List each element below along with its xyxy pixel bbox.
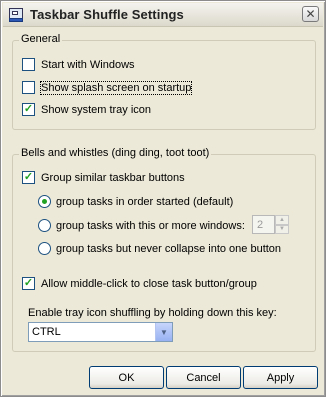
general-legend: General (19, 33, 63, 45)
radio-more-windows-label: group tasks with this or more windows: (56, 219, 245, 232)
middle-click-option[interactable]: ✓ Allow middle-click to close task butto… (22, 277, 257, 290)
close-icon: ✕ (305, 7, 316, 21)
checkmark-icon: ✓ (23, 277, 34, 289)
start-with-windows-checkbox[interactable] (22, 58, 35, 71)
system-tray-label: Show system tray icon (41, 103, 152, 116)
radio-order-started[interactable]: group tasks in order started (default) (38, 195, 233, 208)
splash-screen-option[interactable]: Show splash screen on startup (22, 80, 193, 95)
chevron-down-icon[interactable]: ▼ (155, 323, 172, 341)
radio-more-windows[interactable]: group tasks with this or more windows: (38, 219, 245, 232)
system-tray-option[interactable]: ✓ Show system tray icon (22, 103, 151, 116)
shuffle-key-value: CTRL (32, 326, 61, 338)
radio-never-collapse-label: group tasks but never collapse into one … (56, 242, 282, 255)
group-similar-option[interactable]: ✓ Group similar taskbar buttons (22, 171, 185, 184)
group-similar-label: Group similar taskbar buttons (41, 171, 185, 184)
radio-more-windows-button[interactable] (38, 219, 51, 232)
stepper-down-icon[interactable]: ▼ (275, 224, 289, 234)
taskbar-app-icon (8, 7, 24, 23)
ok-button[interactable]: OK (89, 366, 164, 389)
radio-never-collapse-button[interactable] (38, 242, 51, 255)
system-tray-checkbox[interactable]: ✓ (22, 103, 35, 116)
radio-order-started-label: group tasks in order started (default) (56, 195, 234, 208)
stepper-up-icon[interactable]: ▲ (275, 215, 289, 225)
window-count-input[interactable]: 2 (252, 215, 275, 234)
start-with-windows-option[interactable]: Start with Windows (22, 58, 135, 71)
middle-click-checkbox[interactable]: ✓ (22, 277, 35, 290)
checkmark-icon: ✓ (23, 171, 34, 183)
window-title: Taskbar Shuffle Settings (30, 7, 184, 22)
middle-click-label: Allow middle-click to close task button/… (41, 277, 257, 290)
checkmark-icon: ✓ (23, 103, 34, 115)
close-button[interactable]: ✕ (302, 6, 319, 22)
cancel-button[interactable]: Cancel (166, 366, 241, 389)
title-bar[interactable]: Taskbar Shuffle Settings ✕ (3, 3, 323, 27)
splash-screen-label: Show splash screen on startup (39, 80, 193, 95)
settings-dialog: Taskbar Shuffle Settings ✕ General Start… (0, 0, 326, 397)
shuffle-key-select[interactable]: CTRL ▼ (28, 322, 173, 342)
splash-screen-checkbox[interactable] (22, 81, 35, 94)
radio-order-started-button[interactable] (38, 195, 51, 208)
radio-never-collapse[interactable]: group tasks but never collapse into one … (38, 242, 281, 255)
window-count-stepper[interactable]: 2 ▲ ▼ (252, 215, 289, 234)
start-with-windows-label: Start with Windows (41, 58, 135, 71)
apply-button[interactable]: Apply (243, 366, 318, 389)
bells-whistles-legend: Bells and whistles (ding ding, toot toot… (19, 147, 212, 159)
group-similar-checkbox[interactable]: ✓ (22, 171, 35, 184)
tray-shuffle-label: Enable tray icon shuffling by holding do… (28, 307, 277, 319)
